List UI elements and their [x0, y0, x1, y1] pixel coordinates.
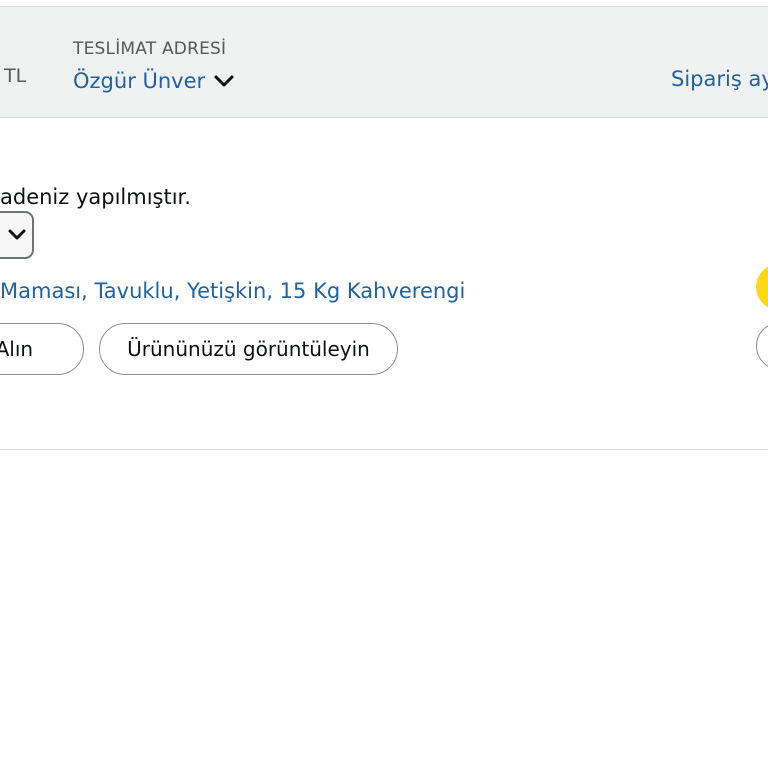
- order-total-value: TL: [4, 65, 27, 87]
- order-page: TL TESLİMAT ADRESİ Özgür Ünver Sipariş a…: [0, 0, 768, 768]
- buy-again-label: ın Alın: [0, 337, 34, 361]
- chevron-down-icon: [8, 229, 26, 240]
- product-title-link[interactable]: Maması, Tavuklu, Yetişkin, 15 Kg Kahvere…: [0, 279, 465, 303]
- buy-again-button[interactable]: ın Alın: [0, 323, 84, 375]
- secondary-action-button[interactable]: [756, 322, 768, 370]
- quantity-dropdown[interactable]: [0, 211, 34, 259]
- view-item-label: Ürününüzü görüntüleyin: [127, 337, 370, 361]
- order-card-body: adeniz yapılmıştır. Maması, Tavuklu, Yet…: [0, 118, 768, 450]
- ship-to-dropdown[interactable]: Özgür Ünver: [73, 69, 235, 93]
- ship-to-name: Özgür Ünver: [73, 69, 206, 93]
- primary-action-button[interactable]: [756, 264, 768, 310]
- chevron-down-icon: [214, 75, 234, 87]
- order-card-header: TL TESLİMAT ADRESİ Özgür Ünver Sipariş a…: [0, 6, 768, 118]
- ship-to-label: TESLİMAT ADRESİ: [73, 39, 227, 59]
- order-details-link[interactable]: Sipariş ay: [671, 67, 768, 91]
- view-item-button[interactable]: Ürününüzü görüntüleyin: [99, 323, 398, 375]
- delivery-status-text: adeniz yapılmıştır.: [0, 185, 191, 209]
